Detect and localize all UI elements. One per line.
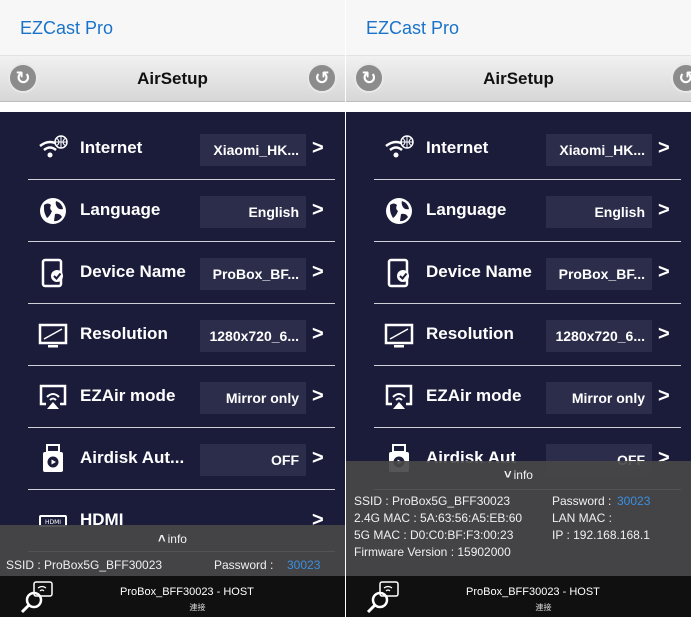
chevron-right-icon[interactable]: > bbox=[658, 137, 670, 160]
toolbar-title: AirSetup bbox=[137, 69, 208, 88]
monitor-icon bbox=[38, 323, 68, 348]
menu-value-internet[interactable]: Xiaomi_HK... bbox=[546, 134, 652, 166]
info-ssid: SSID : ProBox5G_BFF30023 bbox=[6, 558, 163, 572]
info-panel: ˄ info SSID : ProBox5G_BFF30023 Password … bbox=[0, 525, 345, 576]
globe-icon bbox=[386, 198, 412, 224]
toolbar: ↻ AirSetup ↺ bbox=[0, 56, 345, 102]
menu-value-device-name[interactable]: ProBox_BF... bbox=[546, 258, 652, 290]
info-password-label: Password : bbox=[552, 494, 612, 508]
chevron-right-icon[interactable]: > bbox=[658, 385, 670, 408]
menu-row-resolution[interactable]: Resolution 1280x720_6... > bbox=[28, 304, 335, 366]
menu-label-internet: Internet bbox=[426, 138, 489, 157]
app-title: EZCast Pro bbox=[20, 18, 114, 38]
device-edit-icon bbox=[41, 258, 63, 288]
info-password-label: Password : bbox=[214, 558, 274, 572]
chevron-right-icon[interactable]: > bbox=[312, 199, 324, 222]
info-toggle[interactable]: ˄ info bbox=[0, 531, 345, 546]
menu-row-ezair-mode[interactable]: EZAir mode Mirror only > bbox=[28, 366, 335, 428]
app-title: EZCast Pro bbox=[366, 18, 460, 38]
menu-value-airdisk[interactable]: OFF bbox=[200, 444, 306, 476]
menu-label-language: Language bbox=[426, 200, 507, 219]
menu-value-ezair-mode[interactable]: Mirror only bbox=[200, 382, 306, 414]
globe-icon bbox=[40, 198, 66, 224]
left-screen: EZCast Pro ↻ AirSetup ↺ Internet Xiaomi_… bbox=[0, 0, 345, 617]
menu-label-device-name: Device Name bbox=[80, 262, 186, 281]
app-header: EZCast Pro bbox=[346, 0, 691, 56]
menu-row-device-name[interactable]: Device Name ProBox_BF... > bbox=[28, 242, 335, 304]
info-toggle[interactable]: ˅ info bbox=[346, 467, 691, 482]
chevron-right-icon[interactable]: > bbox=[312, 323, 324, 346]
menu-row-ezair-mode[interactable]: EZAir mode Mirror only > bbox=[374, 366, 681, 428]
menu-row-language[interactable]: Language English > bbox=[28, 180, 335, 242]
airplay-icon bbox=[385, 384, 413, 409]
chevron-right-icon[interactable]: > bbox=[658, 199, 670, 222]
device-edit-icon bbox=[387, 258, 409, 288]
chevron-right-icon[interactable]: > bbox=[312, 261, 324, 284]
connect-label[interactable]: 連接 bbox=[0, 602, 345, 613]
menu-value-language[interactable]: English bbox=[546, 196, 652, 228]
toolbar-title: AirSetup bbox=[483, 69, 554, 88]
menu-row-internet[interactable]: Internet Xiaomi_HK... > bbox=[374, 118, 681, 180]
menu-value-resolution[interactable]: 1280x720_6... bbox=[546, 320, 652, 352]
connect-label[interactable]: 連接 bbox=[346, 602, 691, 613]
device-host-title: ProBox_BFF30023 - HOST bbox=[466, 586, 600, 598]
menu-row-resolution[interactable]: Resolution 1280x720_6... > bbox=[374, 304, 681, 366]
wifi-globe-icon bbox=[385, 135, 414, 158]
chevron-up-icon: ˄ bbox=[158, 531, 166, 546]
info-mac-5g: 5G MAC : D0:C0:BF:F3:00:23 bbox=[354, 528, 514, 542]
info-panel: ˅ info SSID : ProBox5G_BFF30023 Password … bbox=[346, 461, 691, 576]
bottom-bar: ProBox_BFF30023 - HOST 連接 bbox=[0, 576, 345, 617]
chevron-right-icon[interactable]: > bbox=[658, 323, 670, 346]
info-toggle-label: info bbox=[167, 532, 187, 546]
menu-value-device-name[interactable]: ProBox_BF... bbox=[200, 258, 306, 290]
info-password-value[interactable]: 30023 bbox=[287, 558, 320, 572]
menu-label-language: Language bbox=[80, 200, 161, 219]
right-screen: EZCast Pro ↻ AirSetup ↺ Internet Xiaomi_… bbox=[346, 0, 691, 617]
menu-value-ezair-mode[interactable]: Mirror only bbox=[546, 382, 652, 414]
menu-value-language[interactable]: English bbox=[200, 196, 306, 228]
info-ssid: SSID : ProBox5G_BFF30023 bbox=[354, 494, 511, 508]
menu-row-internet[interactable]: Internet Xiaomi_HK... > bbox=[28, 118, 335, 180]
menu-label-ezair-mode: EZAir mode bbox=[426, 386, 522, 405]
chevron-right-icon[interactable]: > bbox=[658, 261, 670, 284]
back-icon[interactable]: ↺ bbox=[307, 63, 337, 93]
menu-label-airdisk: Airdisk Aut... bbox=[80, 448, 185, 467]
chevron-right-icon[interactable]: > bbox=[312, 385, 324, 408]
wifi-globe-icon bbox=[39, 135, 68, 158]
menu-value-resolution[interactable]: 1280x720_6... bbox=[200, 320, 306, 352]
monitor-icon bbox=[384, 323, 414, 348]
menu-label-resolution: Resolution bbox=[80, 324, 168, 343]
airdisk-icon bbox=[43, 444, 63, 472]
menu-label-internet: Internet bbox=[80, 138, 143, 157]
info-mac-24g: 2.4G MAC : 5A:63:56:A5:EB:60 bbox=[354, 511, 523, 525]
info-toggle-label: info bbox=[513, 468, 533, 482]
info-ip: IP : 192.168.168.1 bbox=[552, 528, 650, 542]
app-header: EZCast Pro bbox=[0, 0, 345, 56]
menu-label-ezair-mode: EZAir mode bbox=[80, 386, 176, 405]
menu-row-language[interactable]: Language English > bbox=[374, 180, 681, 242]
menu-label-resolution: Resolution bbox=[426, 324, 514, 343]
info-lan-mac: LAN MAC : bbox=[552, 511, 613, 525]
info-firmware: Firmware Version : 15902000 bbox=[354, 545, 511, 559]
device-host-title: ProBox_BFF30023 - HOST bbox=[120, 586, 254, 598]
menu-row-airdisk[interactable]: Airdisk Aut... OFF > bbox=[28, 428, 335, 490]
chevron-right-icon[interactable]: > bbox=[312, 447, 324, 470]
menu-row-device-name[interactable]: Device Name ProBox_BF... > bbox=[374, 242, 681, 304]
info-password-value[interactable]: 30023 bbox=[617, 494, 650, 508]
airplay-icon bbox=[39, 384, 67, 409]
toolbar: ↻ AirSetup ↺ bbox=[346, 56, 691, 102]
chevron-right-icon[interactable]: > bbox=[312, 137, 324, 160]
menu-value-internet[interactable]: Xiaomi_HK... bbox=[200, 134, 306, 166]
chevron-down-icon: ˅ bbox=[504, 467, 512, 482]
menu-label-device-name: Device Name bbox=[426, 262, 532, 281]
bottom-bar: ProBox_BFF30023 - HOST 連接 bbox=[346, 576, 691, 617]
